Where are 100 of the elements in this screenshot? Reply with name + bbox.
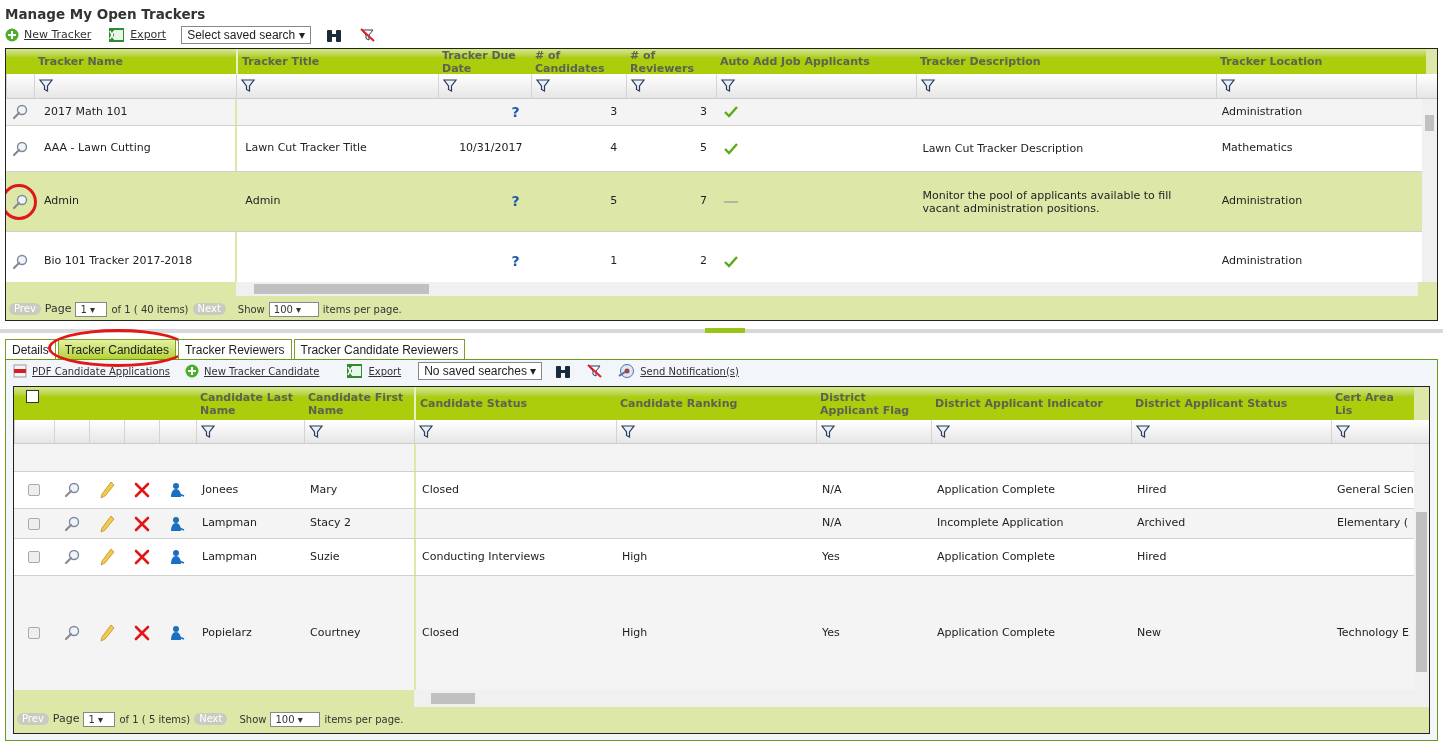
table-cell-text: Yes — [822, 548, 840, 565]
table-cell: Incomplete Application — [937, 515, 1064, 532]
check-icon — [724, 255, 739, 268]
show-label: Show — [237, 302, 265, 317]
clear-filter-icon[interactable] — [359, 28, 375, 42]
table-cell-text: Lampman — [202, 548, 257, 565]
clear-filter-icon[interactable] — [587, 364, 603, 378]
page-select[interactable]: 1 ▾ — [75, 301, 108, 317]
row-checkbox[interactable] — [28, 627, 40, 639]
table-cell-text: Application Complete — [937, 481, 1055, 498]
table-cell: Admin — [245, 193, 281, 210]
spreadsheet-icon[interactable] — [346, 363, 364, 379]
page-size-select[interactable]: 100 ▾ — [270, 711, 321, 727]
add-icon[interactable] — [5, 28, 19, 42]
table-cell-text: Conducting Interviews — [422, 548, 546, 565]
search-icon[interactable] — [11, 104, 28, 120]
table-cell: Mathematics — [1221, 140, 1293, 157]
horizontal-scrollbar[interactable] — [414, 690, 1429, 707]
table-cell-text: Courtney — [310, 624, 361, 641]
table-cell-text: General Scien — [1337, 481, 1414, 498]
horizontal-scrollbar[interactable] — [236, 282, 1418, 296]
vertical-scrollbar[interactable] — [1414, 444, 1429, 690]
binoculars-icon[interactable] — [325, 27, 342, 43]
tracker-row[interactable]: 2017 Math 101 ? 3 3 Administration — [6, 99, 1423, 126]
table-cell-text: High — [622, 548, 648, 565]
notification-icon[interactable] — [618, 363, 636, 379]
saved-search-select[interactable]: Select saved search ▾ — [181, 26, 311, 44]
column-header[interactable]: Tracker Due Date — [442, 49, 527, 75]
table-cell: Lawn Cut Tracker Title — [245, 140, 367, 157]
table-cell-text: Monitor the pool of applicants available to fill vacant administration positions. — [922, 188, 1173, 215]
row-checkbox[interactable] — [28, 484, 40, 496]
table-cell-text: Application Complete — [937, 548, 1055, 565]
column-header[interactable]: # of Candidates — [535, 49, 622, 75]
table-cell-text: 2017 Math 101 — [43, 103, 128, 120]
table-cell: Elementary ( — [1337, 515, 1409, 532]
person-icon[interactable] — [170, 625, 185, 641]
search-icon[interactable] — [11, 193, 28, 210]
table-cell-text: Technology E — [1337, 624, 1410, 641]
tracker-row[interactable]: AAA - Lawn Cutting Lawn Cut Tracker Title 10/31/2017 4 5 Lawn Cut Tracker Description Mathematics — [6, 126, 1423, 172]
person-icon[interactable] — [170, 515, 185, 532]
search-icon[interactable] — [63, 482, 80, 498]
delete-icon[interactable] — [133, 549, 150, 565]
table-cell: N/A — [822, 515, 842, 532]
search-icon[interactable] — [11, 140, 28, 157]
table-cell-text: Mary — [310, 481, 338, 498]
person-icon[interactable] — [170, 482, 185, 498]
page-title: Manage My Open Trackers — [4, 5, 207, 24]
column-header[interactable]: # of Reviewers — [630, 49, 712, 75]
export-link[interactable]: Export — [368, 363, 402, 379]
vertical-scrollbar[interactable] — [1422, 99, 1437, 282]
person-icon[interactable] — [170, 549, 185, 565]
search-icon[interactable] — [63, 625, 80, 641]
page-select[interactable]: 1 ▾ — [83, 711, 116, 727]
new-tracker-link[interactable]: New Tracker — [24, 26, 92, 44]
tab[interactable]: Tracker Reviewers — [177, 339, 292, 359]
export-link[interactable]: Export — [130, 26, 167, 44]
unknown-date-icon: ? — [511, 191, 520, 212]
pdf-link[interactable]: PDF Candidate Applications — [32, 363, 171, 379]
page-label: Page — [52, 710, 80, 727]
table-cell: Archived — [1137, 515, 1186, 532]
delete-icon[interactable] — [133, 515, 150, 532]
delete-icon[interactable] — [133, 625, 150, 641]
search-icon[interactable] — [11, 253, 28, 270]
page-count: of 1 ( 40 items) — [111, 302, 189, 317]
tracker-row[interactable]: Bio 101 Tracker 2017-2018 ? 1 2 Administration — [6, 232, 1423, 282]
send-notification-link[interactable]: Send Notification(s) — [640, 363, 739, 379]
binoculars-icon[interactable] — [555, 363, 572, 379]
check-icon — [724, 142, 739, 155]
check-icon — [724, 106, 739, 118]
tab[interactable]: Details — [5, 339, 56, 359]
table-cell-text: Yes — [822, 624, 840, 641]
search-icon[interactable] — [63, 549, 80, 565]
spreadsheet-icon[interactable] — [108, 27, 126, 43]
table-cell: Lawn Cut Tracker Description — [922, 142, 1084, 155]
select-all-icon[interactable] — [26, 390, 39, 403]
tab[interactable]: Tracker Candidates — [57, 339, 176, 359]
show-label: Show — [239, 712, 267, 727]
saved-search-select[interactable]: No saved searches ▾ — [418, 362, 543, 380]
search-icon[interactable] — [63, 515, 80, 532]
table-cell: 2 — [700, 253, 708, 270]
page-size-label: items per page. — [322, 302, 402, 317]
table-cell-text: Suzie — [310, 548, 340, 565]
row-checkbox[interactable] — [28, 517, 40, 530]
table-cell: Bio 101 Tracker 2017-2018 — [43, 253, 193, 270]
table-cell-text: Popielarz — [202, 624, 252, 641]
tab[interactable]: Tracker Candidate Reviewers — [293, 339, 466, 359]
table-cell-text: Jonees — [202, 481, 239, 498]
page-size-select[interactable]: 100 ▾ — [268, 301, 319, 317]
row-checkbox[interactable] — [28, 551, 40, 563]
new-candidate-link[interactable]: New Tracker Candidate — [204, 363, 320, 379]
add-icon[interactable] — [185, 364, 200, 378]
pdf-icon[interactable] — [13, 364, 27, 378]
table-cell: 10/31/2017 — [459, 140, 523, 157]
splitter-handle[interactable] — [705, 328, 745, 333]
table-cell-text: Hired — [1137, 548, 1167, 565]
table-cell-text: New — [1137, 624, 1161, 641]
table-cell-text: Administration — [1221, 103, 1303, 120]
table-cell: Administration — [1221, 253, 1303, 270]
delete-icon[interactable] — [133, 482, 150, 498]
table-cell: AAA - Lawn Cutting — [43, 140, 151, 157]
